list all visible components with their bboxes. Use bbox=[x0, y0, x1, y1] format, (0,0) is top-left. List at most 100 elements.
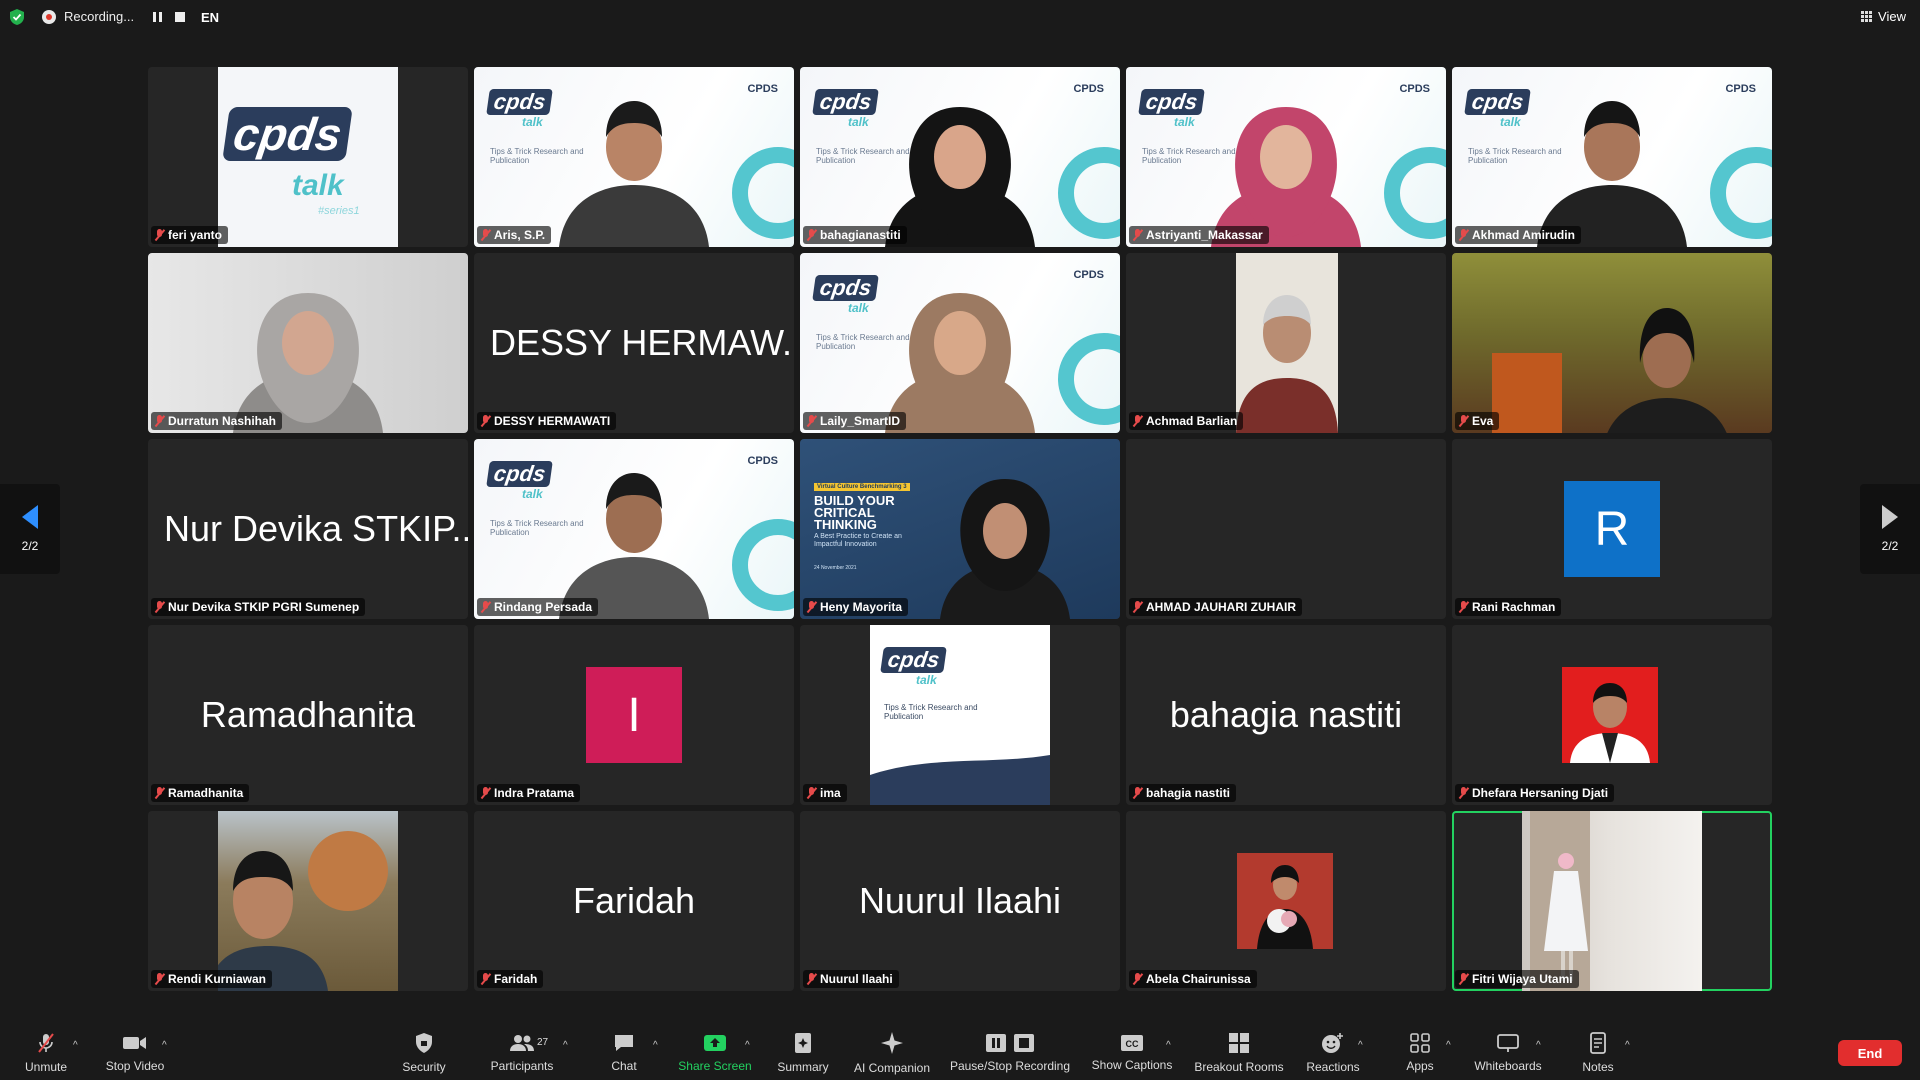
previous-page-button[interactable]: 2/2 bbox=[0, 484, 60, 574]
participant-silhouette bbox=[1257, 865, 1313, 949]
participant-name: Abela Chairunissa bbox=[1146, 972, 1251, 986]
next-page-button[interactable]: 2/2 bbox=[1860, 484, 1920, 574]
stop-video-label: Stop Video bbox=[105, 1059, 165, 1073]
video-options-caret-icon[interactable]: ^ bbox=[162, 1040, 167, 1051]
participant-tile[interactable]: Eva bbox=[1452, 253, 1772, 433]
cpds-corner-logo: CPDS bbox=[1725, 83, 1756, 95]
apps-button[interactable]: Apps bbox=[1400, 1026, 1440, 1080]
microphone-muted-icon bbox=[1459, 229, 1468, 241]
cpds-corner-logo: CPDS bbox=[1073, 269, 1104, 281]
cpds-talk-large: talk bbox=[292, 169, 344, 202]
reactions-options-caret-icon[interactable]: ^ bbox=[1358, 1040, 1363, 1051]
unmute-button[interactable]: Unmute bbox=[18, 1026, 74, 1080]
participant-tile[interactable]: Achmad Barlian bbox=[1126, 253, 1446, 433]
participant-tile[interactable]: cpds talk Tips & Trick Research and Publ… bbox=[474, 439, 794, 619]
view-button[interactable]: View bbox=[1861, 9, 1906, 24]
participant-tile[interactable]: cpds talk Tips & Trick Research and Publ… bbox=[1452, 67, 1772, 247]
captions-options-caret-icon[interactable]: ^ bbox=[1166, 1040, 1171, 1051]
stop-video-button[interactable]: Stop Video bbox=[100, 1026, 170, 1080]
microphone-muted-icon bbox=[1133, 229, 1142, 241]
participant-tile[interactable]: cpds talk Tips & Trick Research and Publ… bbox=[800, 253, 1120, 433]
participant-tile[interactable]: Ramadhanita Ramadhanita bbox=[148, 625, 468, 805]
security-button[interactable]: Security bbox=[396, 1026, 452, 1080]
participant-tile[interactable]: Abela Chairunissa bbox=[1126, 811, 1446, 991]
pause-recording-icon[interactable] bbox=[153, 12, 162, 22]
participant-name: Faridah bbox=[494, 972, 538, 986]
summary-icon bbox=[795, 1033, 811, 1053]
participant-name: Aris, S.P. bbox=[494, 228, 546, 242]
share-screen-button[interactable]: Share Screen bbox=[674, 1026, 756, 1080]
sparkle-icon bbox=[881, 1032, 903, 1054]
breakout-rooms-button[interactable]: Breakout Rooms bbox=[1190, 1026, 1288, 1080]
audio-options-caret-icon[interactable]: ^ bbox=[73, 1040, 78, 1051]
participant-name-tag: Nuurul Ilaahi bbox=[803, 970, 899, 988]
participant-tile[interactable]: cpds talk #series1 feri yanto bbox=[148, 67, 468, 247]
cpds-logo-large: cpds bbox=[222, 107, 354, 161]
participant-tile[interactable]: DESSY HERMAW... DESSY HERMAWATI bbox=[474, 253, 794, 433]
participant-tile[interactable]: cpds talk Tips & Trick Research and Publ… bbox=[474, 67, 794, 247]
chat-bubble-icon bbox=[615, 1035, 633, 1051]
participant-tile[interactable]: Rendi Kurniawan bbox=[148, 811, 468, 991]
cpds-poster-video: cpds talk Tips & Trick Research and Publ… bbox=[870, 625, 1050, 805]
language-indicator[interactable]: EN bbox=[201, 10, 219, 25]
participant-name: Achmad Barlian bbox=[1146, 414, 1238, 428]
apps-options-caret-icon[interactable]: ^ bbox=[1446, 1040, 1451, 1051]
share-screen-icon bbox=[704, 1035, 726, 1051]
participant-name: Astriyanti_Makassar bbox=[1146, 228, 1263, 242]
participant-name-tag: Rendi Kurniawan bbox=[151, 970, 273, 988]
participant-tile[interactable]: Dhefara Hersaning Djati bbox=[1452, 625, 1772, 805]
whiteboards-button[interactable]: Whiteboards bbox=[1470, 1026, 1546, 1080]
microphone-muted-icon bbox=[1133, 787, 1142, 799]
participants-button[interactable]: Participants bbox=[486, 1026, 558, 1080]
summary-button[interactable]: Summary bbox=[772, 1026, 834, 1080]
participant-tile[interactable]: Nur Devika STKIP... Nur Devika STKIP PGRI… bbox=[148, 439, 468, 619]
participant-name-tag: AHMAD JAUHARI ZUHAIR bbox=[1129, 598, 1302, 616]
participant-avatar: R bbox=[1564, 481, 1660, 577]
page-indicator-right: 2/2 bbox=[1881, 539, 1899, 553]
shield-check-icon[interactable] bbox=[10, 9, 24, 25]
participant-tile[interactable]: cpds talk Tips & Trick Research and Publ… bbox=[800, 67, 1120, 247]
share-options-caret-icon[interactable]: ^ bbox=[745, 1040, 750, 1051]
show-captions-button[interactable]: CC Show Captions bbox=[1088, 1026, 1176, 1080]
participant-display-name: Ramadhanita bbox=[200, 694, 416, 735]
participant-display-name: Faridah bbox=[572, 880, 696, 921]
reactions-button[interactable]: Reactions bbox=[1302, 1026, 1364, 1080]
pause-stop-recording-button[interactable]: Pause/Stop Recording bbox=[946, 1026, 1074, 1080]
participant-tile[interactable]: Fitri Wijaya Utami bbox=[1452, 811, 1772, 991]
participant-tile[interactable]: cpds talk Tips & Trick Research and Publ… bbox=[1126, 67, 1446, 247]
participant-tile[interactable]: Faridah Faridah bbox=[474, 811, 794, 991]
participant-silhouette bbox=[218, 851, 328, 991]
participant-tile[interactable]: AHMAD JAUHARI ZUHAIR bbox=[1126, 439, 1446, 619]
end-meeting-button[interactable]: End bbox=[1838, 1040, 1902, 1066]
participant-tile[interactable]: cpds talk Tips & Trick Research and Publ… bbox=[800, 625, 1120, 805]
participant-name: Rendi Kurniawan bbox=[168, 972, 267, 986]
participant-tile[interactable]: Nuurul Ilaahi Nuurul Ilaahi bbox=[800, 811, 1120, 991]
participant-tile[interactable]: R Rani Rachman bbox=[1452, 439, 1772, 619]
notes-button[interactable]: Notes bbox=[1576, 1026, 1620, 1080]
participant-tile[interactable]: I Indra Pratama bbox=[474, 625, 794, 805]
participant-silhouette bbox=[1607, 308, 1727, 433]
participant-tile[interactable]: Durratun Nashihah bbox=[148, 253, 468, 433]
microphone-muted-icon bbox=[807, 973, 816, 985]
participant-avatar: I bbox=[586, 667, 682, 763]
recording-label: Recording... bbox=[64, 9, 135, 24]
ai-companion-button[interactable]: AI Companion bbox=[848, 1026, 936, 1080]
microphone-muted-icon bbox=[481, 787, 490, 799]
participant-name-tag: Laily_SmartID bbox=[803, 412, 907, 430]
chat-button[interactable]: Chat bbox=[606, 1026, 642, 1080]
stop-recording-icon[interactable] bbox=[175, 12, 185, 22]
recording-indicator[interactable]: Recording... bbox=[42, 9, 134, 24]
cpds-corner-logo: CPDS bbox=[1073, 83, 1104, 95]
participant-name: Eva bbox=[1472, 414, 1494, 428]
microphone-muted-icon bbox=[481, 601, 490, 613]
participant-tile[interactable]: bahagia nastiti bahagia nastiti bbox=[1126, 625, 1446, 805]
notes-options-caret-icon[interactable]: ^ bbox=[1625, 1040, 1630, 1051]
participants-options-caret-icon[interactable]: ^ bbox=[563, 1040, 568, 1051]
microphone-muted-icon bbox=[155, 973, 164, 985]
whiteboards-options-caret-icon[interactable]: ^ bbox=[1536, 1040, 1541, 1051]
cpds-slide-ring bbox=[1710, 147, 1772, 239]
participant-name: Indra Pratama bbox=[494, 786, 575, 800]
meeting-top-bar: Recording... EN View bbox=[0, 0, 1920, 36]
participant-tile[interactable]: Virtual Culture Benchmarking 3 BUILD YOU… bbox=[800, 439, 1120, 619]
chat-options-caret-icon[interactable]: ^ bbox=[653, 1040, 658, 1051]
